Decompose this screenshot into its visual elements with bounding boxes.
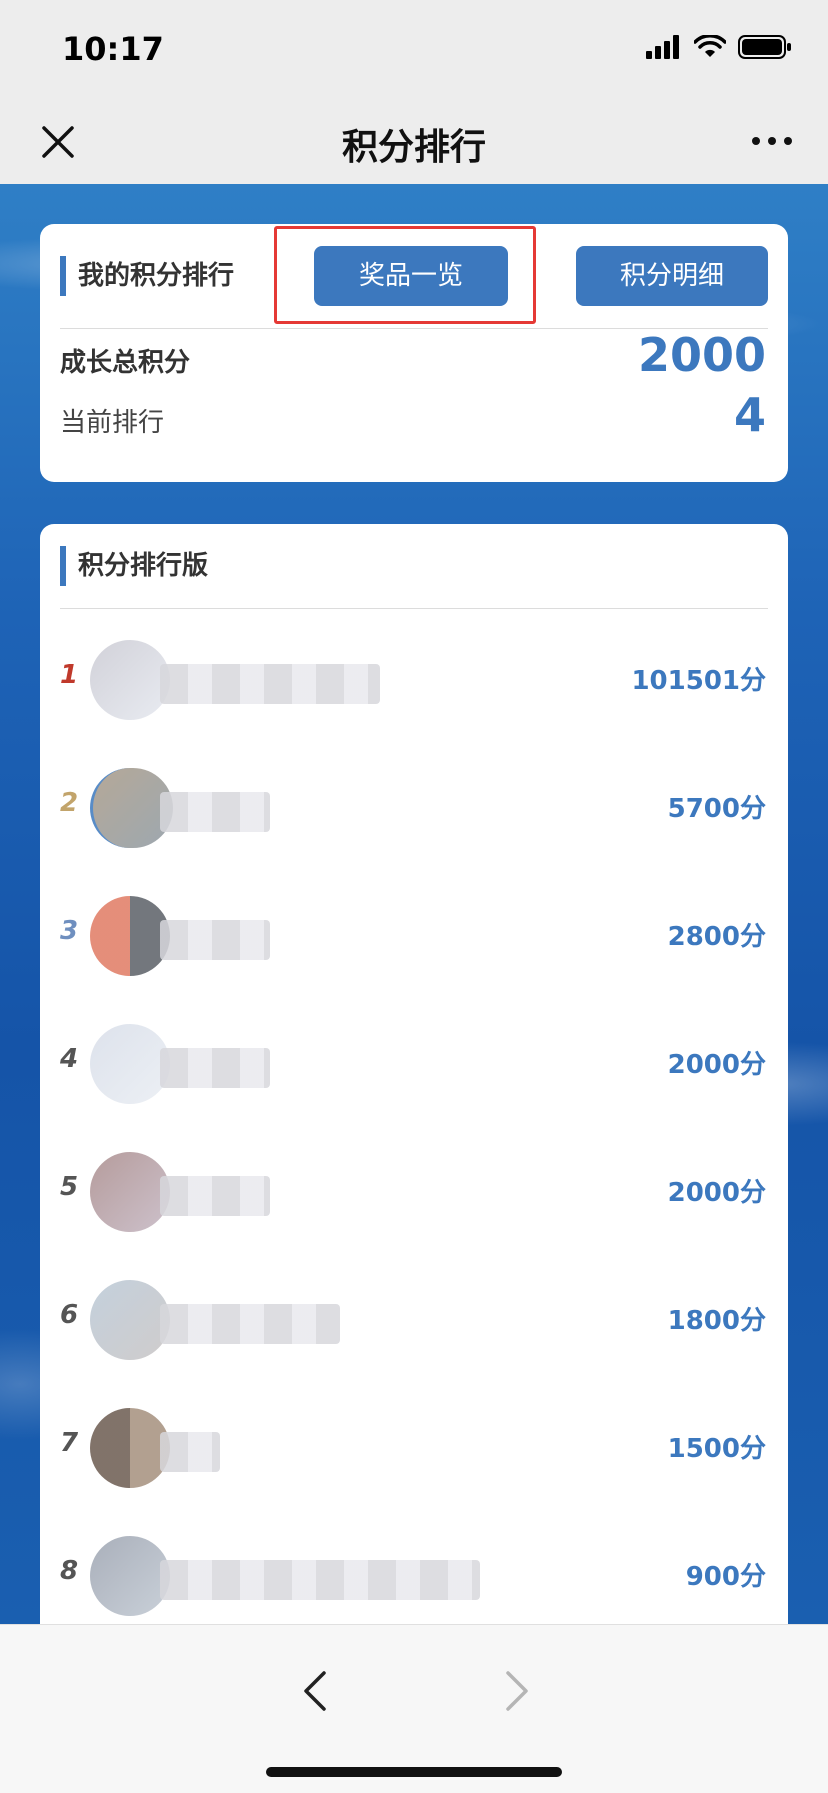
main-content[interactable]: 我的积分排行 奖品一览 积分明细 成长总积分 2000 当前排行 4 积分排行版… bbox=[0, 184, 828, 1624]
current-rank-value: 4 bbox=[733, 388, 766, 442]
user-name-blurred bbox=[160, 1048, 270, 1088]
divider bbox=[60, 608, 768, 609]
avatar bbox=[90, 1536, 170, 1616]
rank-number: 7 bbox=[60, 1428, 79, 1458]
wifi-icon bbox=[694, 35, 726, 57]
user-name-blurred bbox=[160, 920, 270, 960]
leaderboard-card: 积分排行版 1 101501分 2 5700分 3 2800分 4 2000分 bbox=[40, 524, 788, 1624]
rank-number: 1 bbox=[60, 660, 79, 690]
score: 2000分 bbox=[667, 1050, 766, 1080]
user-name-blurred bbox=[160, 1432, 220, 1472]
score: 900分 bbox=[685, 1562, 766, 1592]
avatar bbox=[90, 640, 170, 720]
signal-icon bbox=[646, 35, 679, 59]
nav-bar: 积分排行 bbox=[0, 100, 828, 184]
highlight-box bbox=[274, 226, 536, 324]
page-title: 积分排行 bbox=[341, 127, 486, 168]
total-points-label: 成长总积分 bbox=[60, 348, 191, 378]
user-name-blurred bbox=[160, 1304, 340, 1344]
total-points-value: 2000 bbox=[637, 328, 766, 382]
score: 2000分 bbox=[667, 1178, 766, 1208]
rank-number: 6 bbox=[60, 1300, 79, 1330]
leaderboard-row[interactable]: 6 1800分 bbox=[40, 1256, 788, 1384]
more-icon[interactable] bbox=[750, 126, 794, 156]
points-detail-button[interactable]: 积分明细 bbox=[576, 246, 768, 306]
leaderboard-row[interactable]: 5 2000分 bbox=[40, 1128, 788, 1256]
rank-number: 8 bbox=[60, 1556, 79, 1586]
user-name-blurred bbox=[160, 792, 270, 832]
rank-number: 5 bbox=[60, 1172, 79, 1202]
status-icons bbox=[646, 34, 792, 60]
avatar bbox=[90, 896, 170, 976]
score: 101501分 bbox=[631, 666, 766, 696]
user-name-blurred bbox=[160, 1560, 480, 1600]
user-name-blurred bbox=[160, 1176, 270, 1216]
leaderboard-row[interactable]: 8 900分 bbox=[40, 1512, 788, 1624]
score: 1500分 bbox=[667, 1434, 766, 1464]
score: 5700分 bbox=[667, 794, 766, 824]
avatar bbox=[90, 1024, 170, 1104]
my-rank-card: 我的积分排行 奖品一览 积分明细 成长总积分 2000 当前排行 4 bbox=[40, 224, 788, 482]
current-rank-label: 当前排行 bbox=[60, 408, 165, 438]
avatar bbox=[90, 1280, 170, 1360]
bottom-toolbar bbox=[0, 1624, 828, 1793]
rank-number: 2 bbox=[60, 788, 79, 818]
leaderboard-row[interactable]: 2 5700分 bbox=[40, 744, 788, 872]
leaderboard-row[interactable]: 4 2000分 bbox=[40, 1000, 788, 1128]
back-icon[interactable] bbox=[298, 1669, 332, 1713]
avatar bbox=[90, 1408, 170, 1488]
battery-icon bbox=[738, 35, 791, 59]
avatar bbox=[90, 1152, 170, 1232]
leaderboard-title: 积分排行版 bbox=[60, 546, 208, 586]
status-bar: 10:17 bbox=[0, 0, 828, 100]
score: 1800分 bbox=[667, 1306, 766, 1336]
leaderboard-row[interactable]: 1 101501分 bbox=[40, 616, 788, 744]
leaderboard-row[interactable]: 7 1500分 bbox=[40, 1384, 788, 1512]
rank-number: 4 bbox=[60, 1044, 79, 1074]
home-indicator bbox=[266, 1767, 562, 1777]
leaderboard-row[interactable]: 3 2800分 bbox=[40, 872, 788, 1000]
status-time: 10:17 bbox=[62, 30, 164, 68]
forward-icon[interactable] bbox=[500, 1669, 534, 1713]
rank-number: 3 bbox=[60, 916, 79, 946]
score: 2800分 bbox=[667, 922, 766, 952]
user-name-blurred bbox=[160, 664, 380, 704]
my-rank-title: 我的积分排行 bbox=[60, 256, 234, 296]
